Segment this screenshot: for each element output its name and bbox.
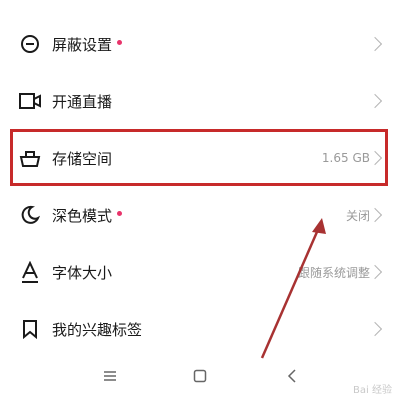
system-nav-bar bbox=[0, 356, 400, 400]
settings-item-font-size[interactable]: 字体大小 跟随系统调整 bbox=[0, 243, 400, 301]
highlight-box bbox=[10, 129, 388, 186]
settings-item-dark-mode[interactable]: 深色模式 关闭 bbox=[0, 186, 400, 244]
moon-icon bbox=[18, 203, 42, 227]
chevron-right-icon bbox=[367, 93, 383, 109]
menu-icon[interactable] bbox=[98, 364, 122, 388]
dark-mode-value: 关闭 bbox=[345, 208, 370, 223]
home-square-icon[interactable] bbox=[188, 364, 212, 388]
font-size-icon bbox=[18, 260, 42, 284]
settings-item-interest-tags[interactable]: 我的兴趣标签 bbox=[0, 300, 400, 358]
chevron-right-icon bbox=[367, 321, 383, 337]
settings-item-live[interactable]: 开通直播 bbox=[0, 72, 400, 130]
settings-item-block[interactable]: 屏蔽设置 bbox=[0, 15, 400, 73]
chevron-right-icon bbox=[367, 36, 383, 52]
back-icon[interactable] bbox=[280, 364, 304, 388]
settings-item-label: 屏蔽设置 bbox=[52, 35, 113, 54]
minus-circle-icon bbox=[18, 32, 42, 56]
chevron-right-icon bbox=[367, 207, 383, 223]
settings-item-label: 开通直播 bbox=[52, 92, 113, 111]
new-badge-dot bbox=[117, 210, 123, 216]
new-badge-dot bbox=[117, 39, 123, 45]
bookmark-icon bbox=[18, 317, 42, 341]
settings-item-label: 字体大小 bbox=[52, 263, 113, 282]
font-size-value: 跟随系统调整 bbox=[297, 265, 370, 280]
video-camera-icon bbox=[18, 89, 42, 113]
chevron-right-icon bbox=[367, 264, 383, 280]
settings-item-label: 深色模式 bbox=[52, 206, 113, 225]
watermark: Bai 经验 bbox=[353, 385, 392, 396]
settings-item-label: 我的兴趣标签 bbox=[52, 320, 143, 339]
